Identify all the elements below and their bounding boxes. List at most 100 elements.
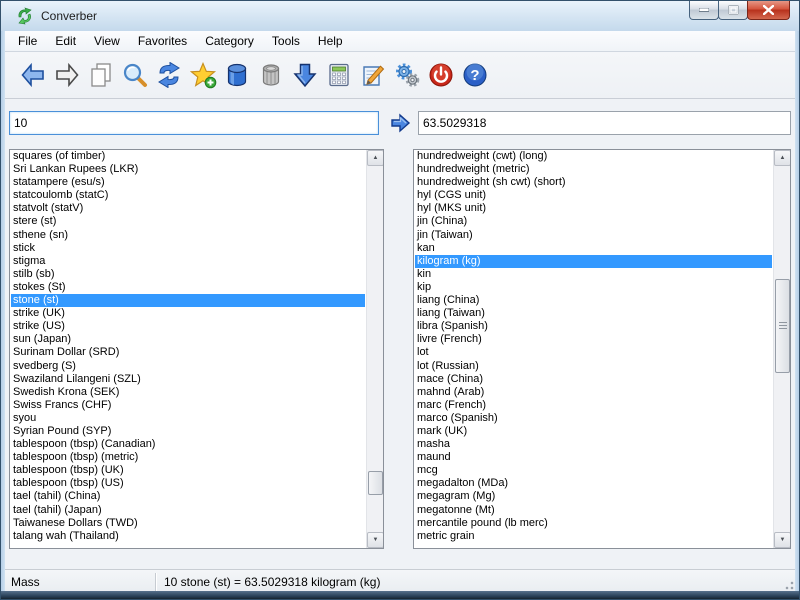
to-unit-list[interactable]: hundredweight (cwt) (long)hundredweight … [413, 149, 791, 549]
edit-button[interactable] [359, 61, 387, 89]
to-unit-item[interactable]: kin [415, 268, 772, 281]
convert-direction-arrow-icon [389, 112, 411, 134]
to-unit-item[interactable]: kan [415, 242, 772, 255]
to-unit-item[interactable]: marc (French) [415, 399, 772, 412]
from-unit-item[interactable]: statcoulomb (statC) [11, 189, 365, 202]
to-unit-item[interactable]: mark (UK) [415, 425, 772, 438]
to-unit-item[interactable]: hundredweight (metric) [415, 163, 772, 176]
from-unit-item[interactable]: Swiss Francs (CHF) [11, 399, 365, 412]
from-unit-item[interactable]: strike (US) [11, 320, 365, 333]
to-unit-item[interactable]: mace (China) [415, 373, 772, 386]
settings-button[interactable] [393, 61, 421, 89]
to-unit-item[interactable]: hundredweight (sh cwt) (short) [415, 176, 772, 189]
back-button[interactable] [19, 61, 47, 89]
download-button[interactable] [291, 61, 319, 89]
from-unit-item[interactable]: tael (tahil) (China) [11, 490, 365, 503]
from-unit-item[interactable]: stick [11, 242, 365, 255]
from-unit-item[interactable]: Swedish Krona (SEK) [11, 386, 365, 399]
copy-button[interactable] [87, 61, 115, 89]
from-unit-item[interactable]: stokes (St) [11, 281, 365, 294]
window-title: Converber [41, 9, 97, 23]
calculator-button[interactable] [325, 61, 353, 89]
from-unit-item[interactable]: Swaziland Lilangeni (SZL) [11, 373, 365, 386]
to-unit-item[interactable]: hundredweight (cwt) (long) [415, 150, 772, 163]
from-unit-item[interactable]: tablespoon (tbsp) (Canadian) [11, 438, 365, 451]
from-unit-list[interactable]: squares (of timber)Sri Lankan Rupees (LK… [9, 149, 384, 549]
from-unit-item[interactable]: tablespoon (tbsp) (metric) [11, 451, 365, 464]
to-unit-item[interactable]: kilogram (kg) [415, 255, 772, 268]
database-button[interactable] [223, 61, 251, 89]
to-unit-item[interactable]: megatonne (Mt) [415, 504, 772, 517]
menu-item[interactable]: Edit [46, 32, 85, 51]
menu-item[interactable]: Category [196, 32, 263, 51]
to-unit-item[interactable]: masha [415, 438, 772, 451]
menu-item[interactable]: Favorites [129, 32, 196, 51]
to-unit-item[interactable]: livre (French) [415, 333, 772, 346]
forward-button[interactable] [53, 61, 81, 89]
from-unit-item[interactable]: Sri Lankan Rupees (LKR) [11, 163, 365, 176]
swap-units-button[interactable] [155, 61, 183, 89]
exit-button[interactable] [427, 61, 455, 89]
delete-button[interactable] [257, 61, 285, 89]
from-unit-item[interactable]: svedberg (S) [11, 360, 365, 373]
scroll-down-arrow-icon[interactable]: ▼ [367, 532, 384, 548]
from-unit-item[interactable]: Surinam Dollar (SRD) [11, 346, 365, 359]
to-unit-item[interactable]: mercantile pound (lb merc) [415, 517, 772, 530]
maximize-button[interactable] [718, 1, 748, 20]
menu-item[interactable]: Help [309, 32, 352, 51]
to-unit-item[interactable]: jin (Taiwan) [415, 229, 772, 242]
from-unit-item[interactable]: sun (Japan) [11, 333, 365, 346]
from-unit-item[interactable]: tael (tahil) (Japan) [11, 504, 365, 517]
scroll-up-arrow-icon[interactable]: ▲ [367, 150, 384, 166]
from-unit-item[interactable]: statampere (esu/s) [11, 176, 365, 189]
result-output[interactable] [418, 111, 791, 135]
from-unit-item[interactable]: Syrian Pound (SYP) [11, 425, 365, 438]
menu-item[interactable]: View [85, 32, 129, 51]
from-unit-item[interactable]: tablespoon (tbsp) (US) [11, 477, 365, 490]
from-unit-item[interactable]: stone (st) [11, 294, 365, 307]
from-unit-item[interactable]: stere (st) [11, 215, 365, 228]
add-favorite-button[interactable] [189, 61, 217, 89]
from-unit-item[interactable]: stigma [11, 255, 365, 268]
from-unit-item[interactable]: strike (UK) [11, 307, 365, 320]
minimize-button[interactable] [689, 1, 719, 20]
resize-grip[interactable] [782, 578, 794, 590]
to-unit-item[interactable]: mcg [415, 464, 772, 477]
to-unit-item[interactable]: hyl (MKS unit) [415, 202, 772, 215]
from-unit-item[interactable]: stilb (sb) [11, 268, 365, 281]
from-unit-item[interactable]: statvolt (statV) [11, 202, 365, 215]
from-unit-item[interactable]: syou [11, 412, 365, 425]
to-unit-item[interactable]: kip [415, 281, 772, 294]
scroll-down-arrow-icon[interactable]: ▼ [774, 532, 791, 548]
to-unit-item[interactable]: libra (Spanish) [415, 320, 772, 333]
to-unit-item[interactable]: megadalton (MDa) [415, 477, 772, 490]
from-list-scrollbar[interactable]: ▲ ▼ [366, 150, 383, 548]
menu-item[interactable]: File [9, 32, 46, 51]
to-unit-item[interactable]: megagram (Mg) [415, 490, 772, 503]
menu-item[interactable]: Tools [263, 32, 309, 51]
value-input[interactable] [9, 111, 379, 135]
to-unit-item[interactable]: liang (China) [415, 294, 772, 307]
to-unit-item[interactable]: maund [415, 451, 772, 464]
scrollbar-thumb[interactable] [775, 279, 790, 373]
scroll-up-arrow-icon[interactable]: ▲ [774, 150, 791, 166]
to-unit-item[interactable]: jin (China) [415, 215, 772, 228]
to-unit-item[interactable]: hyl (CGS unit) [415, 189, 772, 202]
from-unit-item[interactable]: Taiwanese Dollars (TWD) [11, 517, 365, 530]
scrollbar-thumb[interactable] [368, 471, 383, 495]
to-list-scrollbar[interactable]: ▲ ▼ [773, 150, 790, 548]
to-unit-item[interactable]: lot (Russian) [415, 360, 772, 373]
to-unit-item[interactable]: lot [415, 346, 772, 359]
to-unit-item[interactable]: liang (Taiwan) [415, 307, 772, 320]
help-button[interactable]: ? [461, 61, 489, 89]
to-unit-item[interactable]: marco (Spanish) [415, 412, 772, 425]
close-button[interactable] [747, 1, 790, 20]
to-unit-item[interactable]: mahnd (Arab) [415, 386, 772, 399]
to-unit-item[interactable]: metric grain [415, 530, 772, 543]
search-button[interactable] [121, 61, 149, 89]
from-unit-item[interactable]: sthene (sn) [11, 229, 365, 242]
from-unit-item[interactable]: tablespoon (tbsp) (UK) [11, 464, 365, 477]
converber-app-icon [16, 7, 34, 25]
from-unit-item[interactable]: squares (of timber) [11, 150, 365, 163]
from-unit-item[interactable]: talang wah (Thailand) [11, 530, 365, 543]
